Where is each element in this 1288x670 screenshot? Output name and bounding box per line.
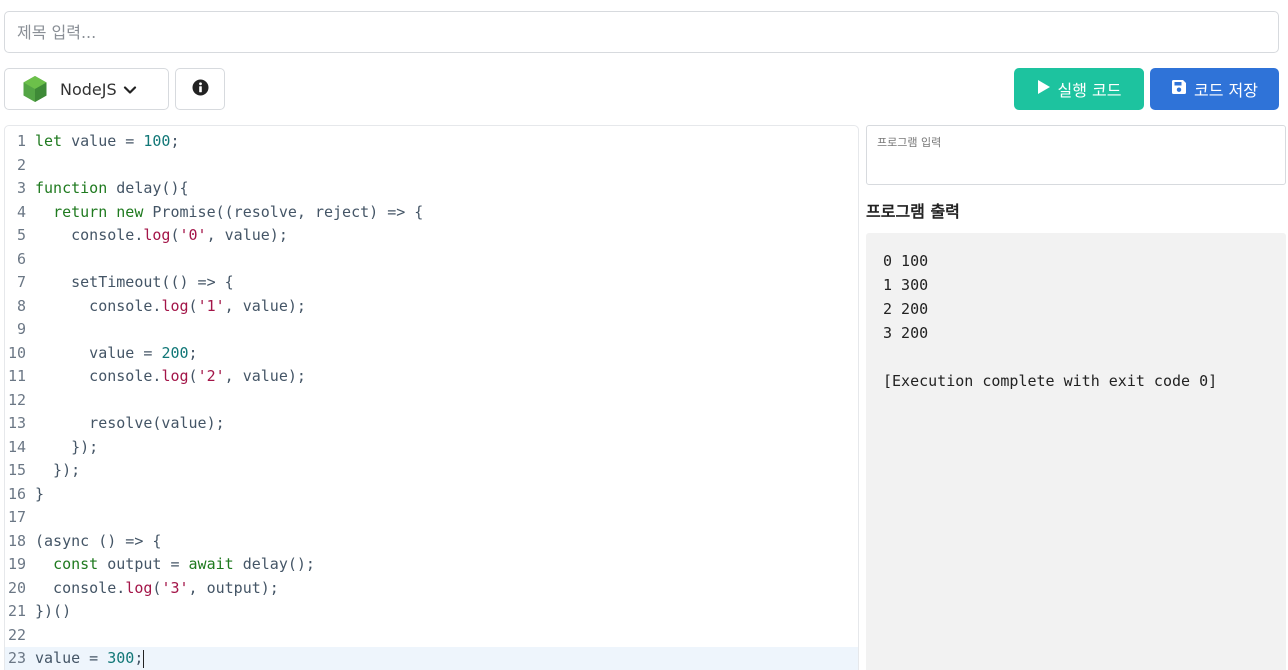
- code-line[interactable]: 12: [5, 389, 858, 413]
- code-line[interactable]: 4 return new Promise((resolve, reject) =…: [5, 201, 858, 225]
- output-line: 3 200: [883, 324, 929, 342]
- line-number: 5: [16, 226, 26, 244]
- code-text: let value = 100;: [35, 132, 180, 150]
- line-number: 1: [16, 132, 26, 150]
- play-icon: [1037, 79, 1051, 99]
- code-line[interactable]: 3 function delay(){: [5, 177, 858, 201]
- code-line[interactable]: 13 resolve(value);: [5, 412, 858, 436]
- code-line[interactable]: 15 });: [5, 459, 858, 483]
- code-line[interactable]: 9: [5, 318, 858, 342]
- code-text: console.log('2', value);: [35, 367, 306, 385]
- line-number: 13: [7, 414, 26, 432]
- line-number: 9: [16, 320, 26, 338]
- code-line[interactable]: 6: [5, 248, 858, 272]
- code-line[interactable]: 19 const output = await delay();: [5, 553, 858, 577]
- code-line[interactable]: 8 console.log('1', value);: [5, 295, 858, 319]
- output-line: [Execution complete with exit code 0]: [883, 372, 1218, 390]
- code-text: value = 300;: [35, 649, 144, 667]
- text-cursor: [143, 649, 145, 668]
- line-number: 17: [7, 508, 26, 526]
- code-lines: 1 let value = 100; 2 3 function delay(){4 re…: [5, 130, 858, 670]
- code-line[interactable]: 23 value = 300;: [5, 647, 858, 670]
- code-text: })(): [35, 602, 72, 620]
- language-select-button[interactable]: NodeJS: [4, 68, 169, 110]
- code-text: resolve(value);: [35, 414, 225, 432]
- info-button[interactable]: [175, 68, 225, 110]
- floppy-disk-icon: [1171, 79, 1187, 99]
- code-line[interactable]: 14 });: [5, 436, 858, 460]
- code-text: function delay(){: [35, 179, 189, 197]
- program-output-panel: 0 100 1 300 2 200 3 200 [Execution complete …: [866, 233, 1286, 670]
- program-input-field[interactable]: [866, 125, 1286, 185]
- program-output-title: 프로그램 출력: [866, 202, 960, 221]
- info-circle-icon: [192, 79, 209, 100]
- code-line[interactable]: 2: [5, 154, 858, 178]
- output-line: 1 300: [883, 276, 929, 294]
- line-number: 15: [7, 461, 26, 479]
- code-text: (async () => {: [35, 531, 162, 550]
- save-code-button[interactable]: 코드 저장: [1150, 68, 1279, 110]
- line-number: 21: [7, 602, 26, 620]
- line-number: 20: [7, 578, 26, 597]
- code-line[interactable]: 18 (async () => {: [5, 530, 858, 554]
- line-number: 14: [7, 437, 26, 456]
- code-line[interactable]: 17: [5, 506, 858, 530]
- code-text: setTimeout(() => {: [35, 273, 234, 291]
- run-code-label: 실행 코드: [1057, 81, 1122, 100]
- line-number: 4: [16, 202, 26, 221]
- code-text: });: [35, 437, 99, 456]
- code-line[interactable]: 16}: [5, 483, 858, 507]
- line-number: 6: [16, 249, 26, 268]
- title-input[interactable]: [4, 11, 1279, 53]
- line-number: 8: [16, 296, 26, 315]
- language-label: NodeJS: [60, 79, 117, 99]
- code-line[interactable]: 5 console.log('0', value);: [5, 224, 858, 248]
- line-number: 23: [7, 649, 26, 667]
- output-line: 2 200: [883, 300, 929, 318]
- output-line: 0 100: [883, 252, 929, 270]
- line-number: 19: [7, 555, 26, 573]
- code-text: const output = await delay();: [53, 555, 315, 573]
- line-number: 11: [7, 367, 26, 385]
- code-text: value = 200;: [35, 343, 198, 362]
- code-text: return new Promise((resolve, reject) => …: [53, 202, 424, 221]
- line-number: 2: [16, 155, 26, 174]
- code-line[interactable]: 22: [5, 624, 858, 648]
- line-number: 22: [7, 625, 26, 644]
- code-line[interactable]: 20 console.log('3', output);: [5, 577, 858, 601]
- line-number: 3: [16, 179, 26, 197]
- chevron-down-icon: [123, 82, 137, 96]
- code-text: console.log('3', output);: [35, 578, 279, 597]
- code-line[interactable]: 21 })(): [5, 600, 858, 624]
- line-number: 16: [7, 484, 26, 503]
- nodejs-hexagon-icon: [21, 75, 49, 103]
- line-number: 10: [7, 343, 26, 362]
- code-text: console.log('0', value);: [35, 226, 288, 244]
- code-line[interactable]: 1 let value = 100;: [5, 130, 858, 154]
- code-editor[interactable]: 1 let value = 100; 2 3 function delay(){4 re…: [4, 125, 859, 670]
- code-text: }: [35, 484, 45, 503]
- code-line[interactable]: 7 setTimeout(() => {: [5, 271, 858, 295]
- run-code-button[interactable]: 실행 코드: [1014, 68, 1144, 110]
- line-number: 18: [7, 531, 26, 550]
- code-text: console.log('1', value);: [35, 296, 306, 315]
- code-text: });: [35, 461, 81, 479]
- code-line[interactable]: 11 console.log('2', value);: [5, 365, 858, 389]
- code-line[interactable]: 10 value = 200;: [5, 342, 858, 366]
- save-code-label: 코드 저장: [1194, 81, 1258, 100]
- line-number: 7: [16, 273, 26, 291]
- line-number: 12: [7, 390, 26, 409]
